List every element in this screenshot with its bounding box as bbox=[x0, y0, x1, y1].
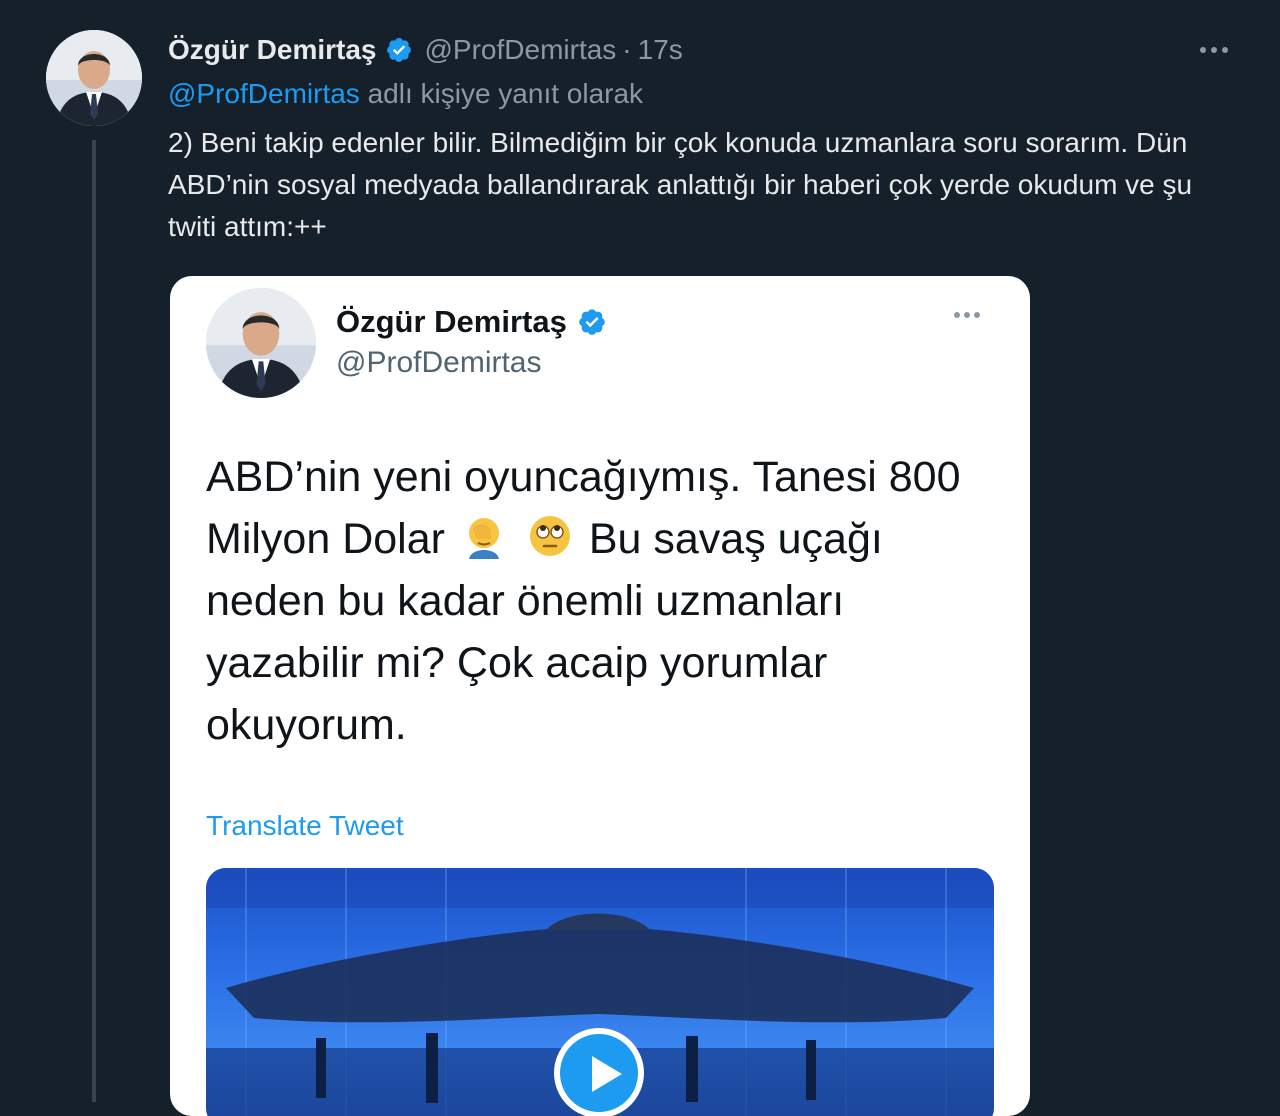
embedded-header: Özgür Demirtaş bbox=[336, 304, 607, 340]
play-icon[interactable] bbox=[554, 1028, 644, 1116]
tweet-timestamp[interactable]: 17s bbox=[638, 34, 683, 66]
reply-mention-link[interactable]: @ProfDemirtas bbox=[168, 78, 360, 109]
embedded-tweet-image[interactable]: Özgür Demirtaş @ProfDemirtas ABD’nin yen… bbox=[170, 276, 1030, 1116]
translate-tweet-link[interactable]: Translate Tweet bbox=[206, 810, 404, 842]
author-name[interactable]: Özgür Demirtaş bbox=[168, 34, 377, 66]
reply-context-text: adlı kişiye yanıt olarak bbox=[367, 78, 644, 109]
embedded-author-avatar bbox=[206, 288, 316, 398]
eye-roll-emoji-icon bbox=[529, 516, 570, 556]
author-avatar[interactable] bbox=[46, 30, 142, 126]
thread-line bbox=[92, 140, 96, 1102]
embedded-author-name: Özgür Demirtaş bbox=[336, 304, 567, 339]
embedded-tweet-text: ABD’nin yeni oyuncağıymış. Tanesi 800 Mi… bbox=[206, 446, 996, 756]
embedded-verified-badge-icon bbox=[579, 309, 605, 335]
more-options-icon[interactable] bbox=[1190, 32, 1238, 68]
embedded-more-options-icon bbox=[954, 312, 980, 318]
reply-tweet[interactable]: Özgür Demirtaş @ProfDemirtas · 17s @Prof… bbox=[0, 0, 1280, 1116]
embedded-author-handle: @ProfDemirtas bbox=[336, 346, 542, 379]
separator-dot: · bbox=[622, 34, 632, 65]
verified-badge-icon bbox=[386, 38, 411, 62]
facepalm-emoji-icon bbox=[468, 518, 499, 559]
reply-context: @ProfDemirtas adlı kişiye yanıt olarak bbox=[168, 78, 643, 110]
tweet-header: Özgür Demirtaş @ProfDemirtas · 17s bbox=[168, 30, 683, 70]
video-thumbnail[interactable] bbox=[206, 868, 994, 1116]
author-handle[interactable]: @ProfDemirtas bbox=[425, 34, 617, 66]
tweet-body: 2) Beni takip edenler bilir. Bilmediğim … bbox=[168, 127, 1193, 242]
